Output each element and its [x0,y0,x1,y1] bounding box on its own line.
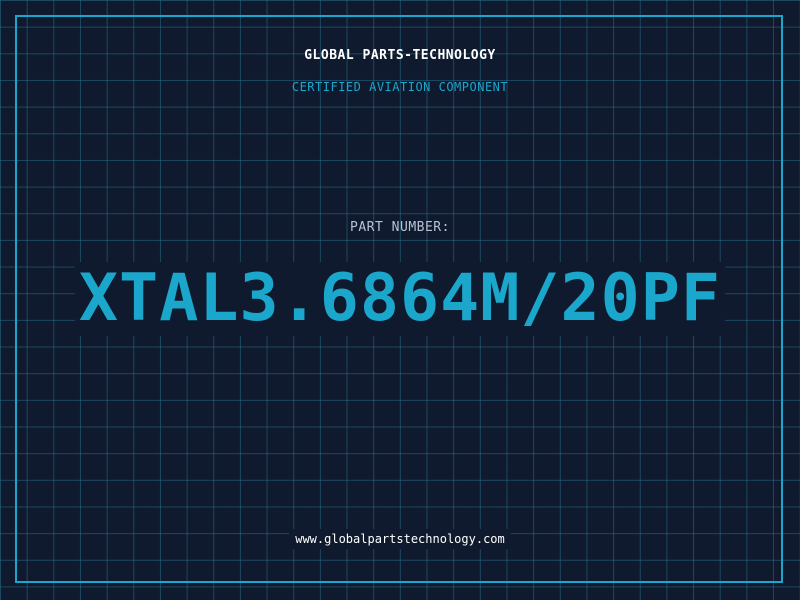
footer: www.globalpartstechnology.com [0,529,800,549]
part-number-value: XTAL3.6864M/20PF [74,262,726,336]
certification-subtitle: CERTIFIED AVIATION COMPONENT [291,80,509,94]
part-label-card: GLOBAL PARTS-TECHNOLOGY CERTIFIED AVIATI… [0,0,800,600]
part-number-container: XTAL3.6864M/20PF [0,262,800,336]
brand-title: GLOBAL PARTS-TECHNOLOGY [304,48,496,63]
part-number-label: PART NUMBER: [350,220,450,235]
website-url: www.globalpartstechnology.com [289,529,511,549]
